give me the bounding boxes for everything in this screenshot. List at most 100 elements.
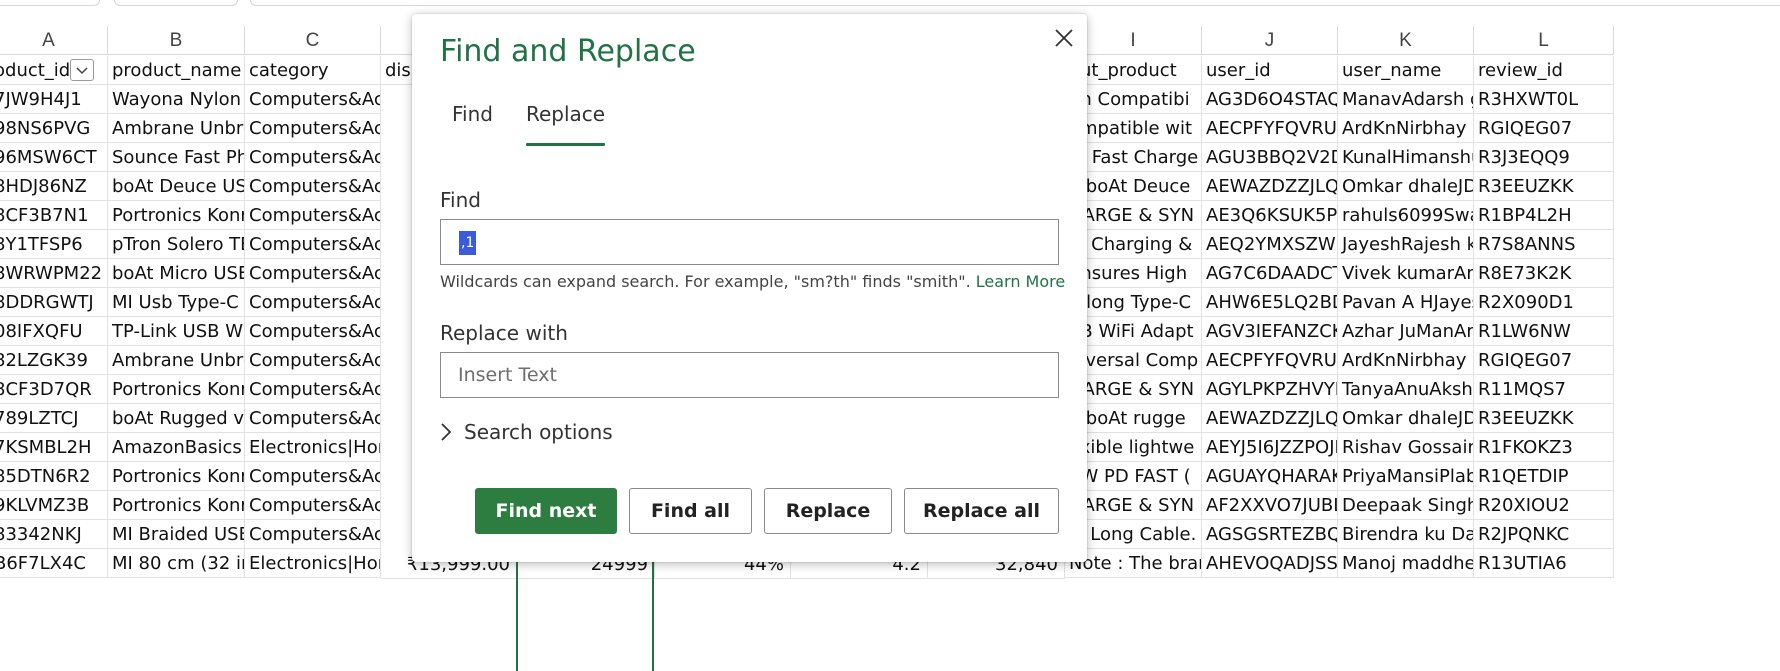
product-name-cell[interactable]: TP-Link USB Wi — [108, 317, 245, 346]
review-id-cell[interactable]: R7S8ANNS — [1474, 230, 1614, 259]
user-id-cell[interactable]: AGV3IEFANZCK — [1202, 317, 1338, 346]
review-id-cell[interactable]: R20XIOU2 — [1474, 491, 1614, 520]
header-cell[interactable]: user_id — [1202, 56, 1338, 85]
category-cell[interactable]: Computers&Acc — [245, 172, 381, 201]
product-id-cell[interactable]: 8DDRGWTJ — [0, 288, 108, 317]
product-id-cell[interactable]: 8Y1TFSP6 — [0, 230, 108, 259]
replace-button[interactable]: Replace — [764, 488, 892, 534]
product-name-cell[interactable]: boAt Micro USE — [108, 259, 245, 288]
category-cell[interactable]: Computers&Acc — [245, 317, 381, 346]
header-cell[interactable]: category — [245, 56, 381, 85]
user-name-cell[interactable]: Rishav Gossain — [1338, 433, 1474, 462]
find-input[interactable]: ,1 — [440, 219, 1059, 265]
product-name-cell[interactable]: Portronics Konr — [108, 201, 245, 230]
category-cell[interactable]: Computers&Acc — [245, 230, 381, 259]
product-name-cell[interactable]: pTron Solero TE — [108, 230, 245, 259]
product-id-cell[interactable]: 7KSMBL2H — [0, 433, 108, 462]
toolbar-box[interactable] — [114, 0, 238, 6]
review-id-cell[interactable]: R3EEUZKK — [1474, 172, 1614, 201]
user-name-cell[interactable]: ArdKnNirbhay k — [1338, 346, 1474, 375]
header-cell[interactable]: product_name — [108, 56, 245, 85]
user-id-cell[interactable]: AECPFYFQVRU\ — [1202, 346, 1338, 375]
user-name-cell[interactable]: TanyaAnuAksha — [1338, 375, 1474, 404]
review-id-cell[interactable]: R1QETDIP — [1474, 462, 1614, 491]
category-cell[interactable]: Computers&Acc — [245, 288, 381, 317]
product-name-cell[interactable]: boAt Deuce USI — [108, 172, 245, 201]
review-id-cell[interactable]: R3HXWT0L — [1474, 85, 1614, 114]
user-id-cell[interactable]: AGU3BBQ2V2D — [1202, 143, 1338, 172]
review-id-cell[interactable]: R8E73K2K — [1474, 259, 1614, 288]
user-id-cell[interactable]: AG3D6O4STAQ — [1202, 85, 1338, 114]
product-name-cell[interactable]: Ambrane Unbre — [108, 346, 245, 375]
review-id-cell[interactable]: R1BP4L2H — [1474, 201, 1614, 230]
product-name-cell[interactable]: Portronics Konr — [108, 462, 245, 491]
product-name-cell[interactable]: MI Usb Type-C — [108, 288, 245, 317]
review-id-cell[interactable]: R2X090D1 — [1474, 288, 1614, 317]
user-name-cell[interactable]: rahuls6099Swa — [1338, 201, 1474, 230]
user-name-cell[interactable]: Pavan A HJayes — [1338, 288, 1474, 317]
product-id-cell[interactable]: 82LZGK39 — [0, 346, 108, 375]
product-name-cell[interactable]: MI Braided USB — [108, 520, 245, 549]
product-id-cell[interactable]: 08IFXQFU — [0, 317, 108, 346]
user-name-cell[interactable]: Omkar dhaleJD — [1338, 404, 1474, 433]
header-cell[interactable]: user_name — [1338, 56, 1474, 85]
product-name-cell[interactable]: Portronics Konr — [108, 491, 245, 520]
find-next-button[interactable]: Find next — [475, 488, 617, 534]
review-id-cell[interactable]: R3EEUZKK — [1474, 404, 1614, 433]
category-cell[interactable]: Computers&Acc — [245, 404, 381, 433]
category-cell[interactable]: Computers&Acc — [245, 85, 381, 114]
product-id-cell[interactable]: 7JW9H4J1 — [0, 85, 108, 114]
user-name-cell[interactable]: Birendra ku Das — [1338, 520, 1474, 549]
find-all-button[interactable]: Find all — [629, 488, 752, 534]
review-id-cell[interactable]: R1LW6NW — [1474, 317, 1614, 346]
product-name-cell[interactable]: Ambrane Unbre — [108, 114, 245, 143]
column-header-b[interactable]: B — [108, 26, 245, 55]
user-name-cell[interactable]: ArdKnNirbhay k — [1338, 114, 1474, 143]
review-id-cell[interactable]: R3J3EQQ9 — [1474, 143, 1614, 172]
product-id-cell[interactable]: 8WRWPM22 — [0, 259, 108, 288]
category-cell[interactable]: Computers&Acc — [245, 114, 381, 143]
user-name-cell[interactable]: KunalHimanshu — [1338, 143, 1474, 172]
search-options-toggle[interactable]: Search options — [440, 417, 613, 447]
product-id-cell[interactable]: 8HDJ86NZ — [0, 172, 108, 201]
column-header-a[interactable]: A — [0, 26, 108, 55]
product-id-cell[interactable]: 9KLVMZ3B — [0, 491, 108, 520]
column-header-k[interactable]: K — [1338, 26, 1474, 55]
replace-all-button[interactable]: Replace all — [904, 488, 1059, 534]
category-cell[interactable]: Computers&Acc — [245, 259, 381, 288]
category-cell[interactable]: Computers&Acc — [245, 346, 381, 375]
close-button[interactable] — [1048, 22, 1080, 54]
product-name-cell[interactable]: AmazonBasics F — [108, 433, 245, 462]
toolbar-box[interactable] — [0, 0, 100, 6]
user-id-cell[interactable]: AG7C6DAADCT — [1202, 259, 1338, 288]
user-id-cell[interactable]: AEWAZDZZJLQl — [1202, 172, 1338, 201]
category-cell[interactable]: Computers&Acc — [245, 201, 381, 230]
product-id-cell[interactable]: 789LZTCJ — [0, 404, 108, 433]
replace-field[interactable] — [440, 352, 1059, 398]
user-id-cell[interactable]: AE3Q6KSUK5P7 — [1202, 201, 1338, 230]
product-name-cell[interactable]: Wayona Nylon — [108, 85, 245, 114]
product-name-cell[interactable]: Sounce Fast Ph — [108, 143, 245, 172]
user-id-cell[interactable]: AEYJ5I6JZZPOJE — [1202, 433, 1338, 462]
review-id-cell[interactable]: R11MQS7 — [1474, 375, 1614, 404]
review-id-cell[interactable]: RGIQEG07 — [1474, 346, 1614, 375]
category-cell[interactable]: Electronics|Hor — [245, 433, 381, 462]
column-header-j[interactable]: J — [1202, 26, 1338, 55]
user-id-cell[interactable]: AEQ2YMXSZWE — [1202, 230, 1338, 259]
category-cell[interactable]: Computers&Acc — [245, 143, 381, 172]
product-id-cell[interactable]: 8CF3D7QR — [0, 375, 108, 404]
user-name-cell[interactable]: Omkar dhaleJD — [1338, 172, 1474, 201]
find-input-value[interactable]: ,1 — [459, 231, 477, 255]
learn-more-link[interactable]: Learn More — [976, 272, 1065, 291]
column-header-l[interactable]: L — [1474, 26, 1614, 55]
user-id-cell[interactable]: AGUAYQHARAK — [1202, 462, 1338, 491]
header-cell[interactable]: review_id — [1474, 56, 1614, 85]
category-cell[interactable]: Computers&Acc — [245, 375, 381, 404]
category-cell[interactable]: Computers&Acc — [245, 520, 381, 549]
user-name-cell[interactable]: Azhar JuManAr — [1338, 317, 1474, 346]
user-id-cell[interactable]: AGYLPKPZHVYK — [1202, 375, 1338, 404]
user-name-cell[interactable]: JayeshRajesh k. — [1338, 230, 1474, 259]
review-id-cell[interactable]: RGIQEG07 — [1474, 114, 1614, 143]
tab-replace[interactable]: Replace — [526, 102, 606, 146]
product-id-cell[interactable]: 85DTN6R2 — [0, 462, 108, 491]
